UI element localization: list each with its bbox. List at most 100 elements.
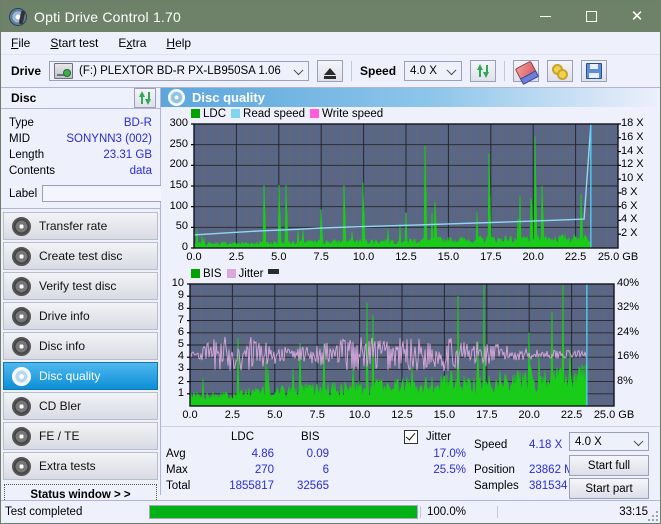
progress-bar xyxy=(149,505,418,519)
y2-tick-label: 40% xyxy=(617,277,640,289)
start-part-button[interactable]: Start part xyxy=(569,478,649,499)
drive-label: Drive xyxy=(11,64,42,78)
y-tick-label: 3 xyxy=(177,362,184,375)
drive-icon xyxy=(54,63,74,79)
eject-icon xyxy=(324,67,337,79)
panel-header: Disc quality xyxy=(161,88,660,107)
chart-bis-jitter: BIS Jitter 1 2 3 4 5 6 7 8 9 10 8% 16% 24% 32% 40% 0.0 2… xyxy=(161,267,660,425)
jitter-checkbox[interactable] xyxy=(404,430,418,445)
y-tick-label: 8 xyxy=(177,301,184,314)
speed-select[interactable]: 4.0 X xyxy=(404,61,463,81)
refresh-arrows-icon xyxy=(138,91,152,105)
y-tick-label: 6 xyxy=(177,325,184,338)
eraser-icon xyxy=(514,60,538,82)
legend-swatch-extra xyxy=(268,269,280,274)
close-button[interactable]: ✕ xyxy=(614,1,660,32)
main-body: Disc Type BD-R MID SONYNN3 (002) Length … xyxy=(1,88,660,509)
disc-mid-key: MID xyxy=(9,133,31,145)
plot-bottom: 1 2 3 4 5 6 7 8 9 10 8% 16% 24% 32% 40% 0.0 2.5 5.0 7.5 10.… xyxy=(161,277,660,424)
x-tick-label: 25.0 GB xyxy=(593,409,635,421)
erase-button[interactable] xyxy=(513,60,540,82)
disc-mid-value: SONYNN3 (002) xyxy=(66,133,152,145)
sidebar-item-create-test-disc[interactable]: Create test disc xyxy=(3,242,158,270)
y-tick-label: 4 xyxy=(177,350,184,363)
sidebar-item-verify-test-disc[interactable]: Verify test disc xyxy=(3,272,158,300)
stats-ldc-max: 270 xyxy=(254,464,274,476)
stats-bis-total: 32565 xyxy=(297,480,329,492)
speed-select-value: 4.0 X xyxy=(410,65,437,77)
y2-tick-label: 8 X xyxy=(621,185,638,198)
start-full-button[interactable]: Start full xyxy=(569,455,649,476)
stats-bis-avg: 0.09 xyxy=(306,448,329,460)
legend-item-ldc: LDC xyxy=(191,108,226,120)
sidebar-item-fe-te[interactable]: FE / TE xyxy=(3,422,158,450)
toolbar-separator-2 xyxy=(504,61,506,81)
tools-button[interactable] xyxy=(547,60,574,82)
status-message: Test completed xyxy=(5,506,83,518)
refresh-arrows-icon xyxy=(476,64,490,78)
menu-bar: File Start test Extra Help xyxy=(1,32,660,55)
y-tick-label: 200 xyxy=(169,158,188,171)
disc-label-key: Label xyxy=(9,187,38,200)
menu-extra[interactable]: Extra xyxy=(118,36,146,50)
legend-item-jitter: Jitter xyxy=(226,267,264,280)
save-button[interactable] xyxy=(581,60,608,82)
legend-swatch-ldc xyxy=(191,109,200,118)
disc-info-row-type: Type BD-R xyxy=(9,115,152,131)
sidebar-item-label: Extra tests xyxy=(39,459,96,473)
stats-ldc-avg: 4.86 xyxy=(251,448,274,460)
menu-extra-rest: tra xyxy=(132,36,147,50)
speed-label: Speed xyxy=(360,64,397,78)
sidebar-item-disc-quality[interactable]: Disc quality xyxy=(3,362,158,390)
refresh-button[interactable] xyxy=(470,60,497,82)
sidebar-item-cd-bler[interactable]: CD Bler xyxy=(3,392,158,420)
stats-col-ldc: LDC xyxy=(231,431,255,443)
legend-label-read-speed: Read speed xyxy=(243,107,306,120)
drive-select[interactable]: (F:) PLEXTOR BD-R PX-LB950SA 1.06 xyxy=(49,61,310,81)
disc-refresh-button[interactable] xyxy=(134,88,156,108)
sidebar-item-label: FE / TE xyxy=(39,429,80,443)
stats-jitter-max: 25.5% xyxy=(433,464,466,476)
sidebar-item-label: Transfer rate xyxy=(39,219,108,233)
navigation-list: Transfer rate Create test disc Verify te… xyxy=(1,209,160,509)
disc-icon xyxy=(12,216,31,236)
disc-type-key: Type xyxy=(9,117,34,129)
charts-area: LDC Read speed Write speed 0 50 100 150 … xyxy=(161,107,660,426)
eject-button[interactable] xyxy=(317,60,344,82)
drive-select-value: (F:) PLEXTOR BD-R PX-LB950SA 1.06 xyxy=(79,65,281,77)
legend-label-write-speed: Write speed xyxy=(322,107,384,120)
stats-samples-value: 381534 xyxy=(529,480,568,492)
close-icon: ✕ xyxy=(630,7,644,25)
menu-file-rest: ile xyxy=(18,36,31,50)
y2-tick-label: 18 X xyxy=(621,117,644,129)
maximize-button[interactable] xyxy=(568,1,614,32)
chevron-down-icon xyxy=(633,435,644,446)
test-speed-select[interactable]: 4.0 X xyxy=(569,432,649,451)
menu-help[interactable]: Help xyxy=(166,36,191,50)
stats-jitter-avg: 17.0% xyxy=(433,448,466,460)
sidebar-item-label: Verify test disc xyxy=(39,279,117,293)
legend-item-write-speed: Write speed xyxy=(310,108,383,120)
y2-tick-label: 14 X xyxy=(621,144,644,157)
y-tick-label: 100 xyxy=(169,199,188,212)
menu-file[interactable]: File xyxy=(11,36,30,50)
chart-legend-bottom: BIS Jitter xyxy=(161,267,660,280)
legend-label-jitter: Jitter xyxy=(238,267,264,280)
sidebar-item-extra-tests[interactable]: Extra tests xyxy=(3,452,158,480)
resize-grip-icon[interactable] xyxy=(648,511,658,521)
stats-col-bis: BIS xyxy=(301,431,320,443)
sidebar-item-label: Disc quality xyxy=(39,369,101,383)
minimize-button[interactable] xyxy=(522,1,568,32)
stats-position-label: Position xyxy=(474,464,515,476)
sidebar-item-drive-info[interactable]: Drive info xyxy=(3,302,158,330)
legend-item-bis: BIS xyxy=(191,268,222,280)
menu-start-test[interactable]: Start test xyxy=(50,36,98,50)
disc-contents-key: Contents xyxy=(9,165,56,177)
chart-ldc-readspeed: LDC Read speed Write speed 0 50 100 150 … xyxy=(161,107,660,267)
sidebar-item-disc-info[interactable]: Disc info xyxy=(3,332,158,360)
sidebar-item-label: Disc info xyxy=(39,339,86,353)
disc-icon xyxy=(12,456,31,476)
sidebar-item-transfer-rate[interactable]: Transfer rate xyxy=(3,212,158,240)
legend-swatch-jitter xyxy=(226,269,236,278)
disc-length-value: 23.31 GB xyxy=(103,149,152,161)
